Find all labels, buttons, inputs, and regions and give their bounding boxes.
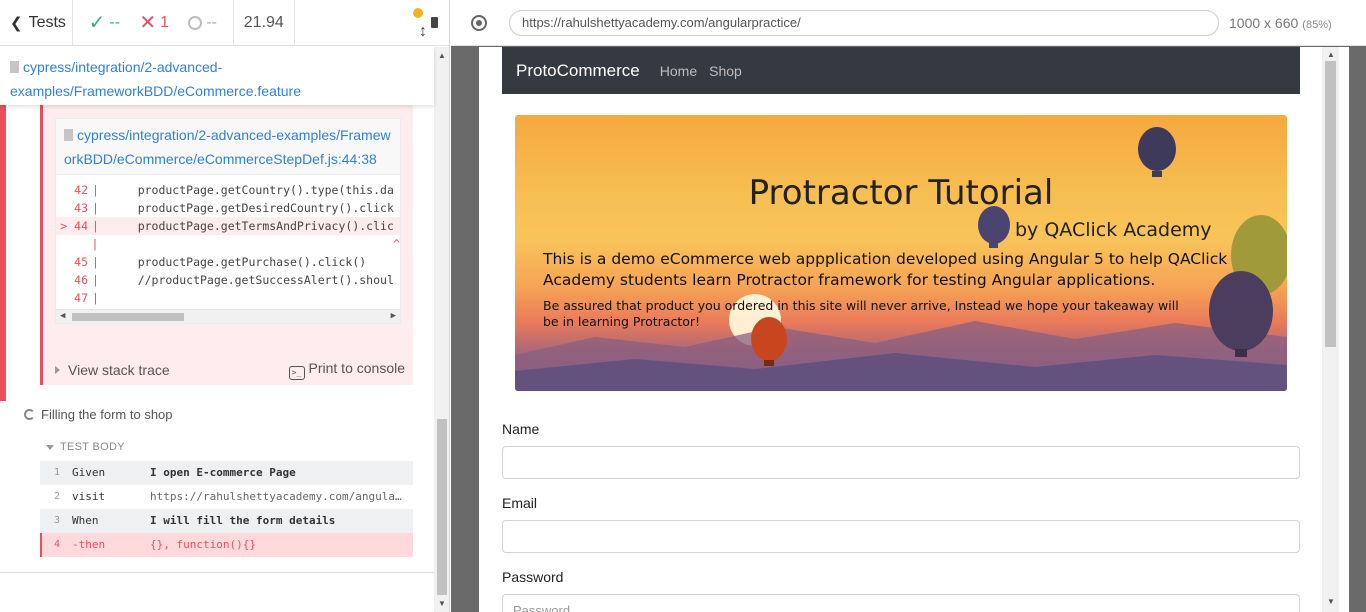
caret-down-icon <box>46 444 54 450</box>
banner-title: Protractor Tutorial <box>748 173 1054 213</box>
aut-panel: https://rahulshettyacademy.com/angularpr… <box>451 0 1366 612</box>
run-controls: ↕ <box>295 0 449 46</box>
nav-shop[interactable]: Shop <box>709 63 742 79</box>
code-line: 42 | productPage.getCountry().type(this.d… <box>74 183 394 197</box>
failed-count: 1 <box>160 13 169 31</box>
scroll-left-icon[interactable]: ◀ <box>60 311 65 321</box>
scroll-down-icon[interactable]: ▼ <box>1327 597 1335 606</box>
passed-stat: ✓ -- <box>89 10 120 35</box>
scrollbar-thumb[interactable] <box>1325 61 1336 347</box>
cypress-runner: ❮ Tests ✓ -- ✕ 1 -- 21.94 ↕ cypress/inte… <box>0 0 1366 612</box>
tests-label: Tests <box>28 13 66 31</box>
url-bar[interactable]: https://rahulshettyacademy.com/angularpr… <box>509 9 1219 36</box>
banner-note: Be assured that product you ordered in t… <box>543 298 1179 329</box>
viewport-scale: (85%) <box>1302 18 1332 31</box>
spec-path: cypress/integration/2-advanced-examples/… <box>10 59 301 99</box>
file-icon <box>64 129 73 141</box>
scroll-down-icon[interactable]: ▼ <box>438 599 446 608</box>
scroll-right-icon[interactable]: ▶ <box>391 311 396 321</box>
spec-file-header[interactable]: cypress/integration/2-advanced-examples/… <box>0 47 434 105</box>
site-brand[interactable]: ProtoCommerce <box>516 61 640 81</box>
code-frame: 42 | productPage.getCountry().type(this.d… <box>55 174 401 324</box>
file-icon <box>10 61 19 73</box>
reporter-panel: ❮ Tests ✓ -- ✕ 1 -- 21.94 ↕ cypress/inte… <box>0 0 450 612</box>
scroll-up-icon[interactable]: ▲ <box>438 51 446 60</box>
banner-subtitle: by QAClick Academy <box>1015 219 1212 241</box>
arrows-updown-icon: ↕ <box>419 22 427 40</box>
terminal-icon: >_ <box>288 366 305 380</box>
scrollbar-thumb[interactable] <box>72 313 184 321</box>
command-row[interactable]: 3 When I will fill the form details <box>40 509 413 533</box>
password-input[interactable]: Password <box>502 594 1300 612</box>
tests-button[interactable]: ❮ Tests <box>0 0 73 46</box>
code-horizontal-scrollbar[interactable]: ◀ ▶ <box>56 309 400 323</box>
duration: 21.94 <box>234 0 295 46</box>
divider <box>0 572 434 573</box>
print-to-console-button[interactable]: >_ Print to console <box>288 360 405 380</box>
code-line: 45 | productPage.getPurchase().click() <box>74 255 367 269</box>
site-navbar: ProtoCommerce Home Shop <box>502 47 1300 94</box>
failed-stat: ✕ 1 <box>139 10 169 35</box>
command-row[interactable]: 1 Given I open E-commerce Page <box>40 461 413 485</box>
refresh-icon <box>24 409 35 420</box>
scroll-up-icon[interactable]: ▲ <box>1327 50 1335 59</box>
email-input[interactable] <box>502 520 1300 553</box>
test-body-header[interactable]: TEST BODY <box>46 441 125 453</box>
status-dot-icon <box>413 7 423 18</box>
stop-icon[interactable] <box>431 17 438 28</box>
viewport-size: 1000 x 660 <box>1229 14 1299 31</box>
viewport-info: 1000 x 660 (85%) <box>1229 15 1332 31</box>
code-line-caret: | ^ <box>91 237 400 251</box>
selector-playground-icon[interactable] <box>471 14 487 31</box>
test-title[interactable]: Filling the form to shop <box>24 407 173 422</box>
auto-scroll-toggle[interactable]: ↕ <box>413 5 431 41</box>
command-log: 1 Given I open E-commerce Page 2 visit https… <box>40 461 413 557</box>
failed-test-indicator <box>0 105 6 401</box>
view-stack-trace-toggle[interactable]: View stack trace <box>55 362 170 378</box>
error-panel: cypress/integration/2-advanced-examples/… <box>40 105 413 385</box>
caret-right-icon <box>55 366 60 374</box>
app-iframe: ProtoCommerce Home Shop Protractor Tutor… <box>479 47 1349 612</box>
passed-count: -- <box>109 13 121 31</box>
circle-icon <box>188 15 203 30</box>
code-line: 47 | <box>74 291 99 305</box>
reporter-vertical-scrollbar[interactable]: ▲ ▼ <box>434 47 449 612</box>
name-label: Name <box>502 421 540 437</box>
app-vertical-scrollbar[interactable]: ▲ ▼ <box>1322 47 1339 612</box>
check-icon: ✓ <box>88 12 106 34</box>
command-row[interactable]: 2 visit https://rahulshettyacademy.com/ang… <box>40 485 413 509</box>
code-line: 46 | //productPage.getSuccessAlert().shou… <box>74 273 394 287</box>
test-stats: ✓ -- ✕ 1 -- <box>73 0 234 46</box>
code-line-highlighted: > 44 | productPage.getTermsAndPrivacy().c… <box>56 217 400 235</box>
chevron-left-icon: ❮ <box>10 14 23 32</box>
email-label: Email <box>502 495 538 511</box>
pending-count: -- <box>206 13 217 31</box>
banner-description: This is a demo eCommerce web appplicatio… <box>543 250 1228 289</box>
error-actions: View stack trace >_ Print to console <box>55 359 405 381</box>
reporter-scroll-area: cypress/integration/2-advanced-examples/… <box>0 105 434 573</box>
nav-home[interactable]: Home <box>660 63 697 79</box>
scrollbar-thumb[interactable] <box>437 419 447 595</box>
password-label: Password <box>502 569 564 585</box>
pending-stat: -- <box>188 14 217 32</box>
command-row-failed[interactable]: 4 -then {}, function(){} <box>40 533 413 557</box>
error-file-path: cypress/integration/2-advanced-examples/… <box>64 127 391 167</box>
reporter-toolbar: ❮ Tests ✓ -- ✕ 1 -- 21.94 ↕ <box>0 0 449 46</box>
x-icon: ✕ <box>139 12 157 34</box>
name-input[interactable] <box>502 446 1300 479</box>
hero-banner: Protractor Tutorial by QAClick Academy T… <box>515 115 1287 391</box>
aut-header: https://rahulshettyacademy.com/angularpr… <box>451 0 1366 46</box>
code-line: 43 | productPage.getDesiredCountry().clic… <box>74 201 394 215</box>
error-file-link[interactable]: cypress/integration/2-advanced-examples/… <box>55 118 401 174</box>
